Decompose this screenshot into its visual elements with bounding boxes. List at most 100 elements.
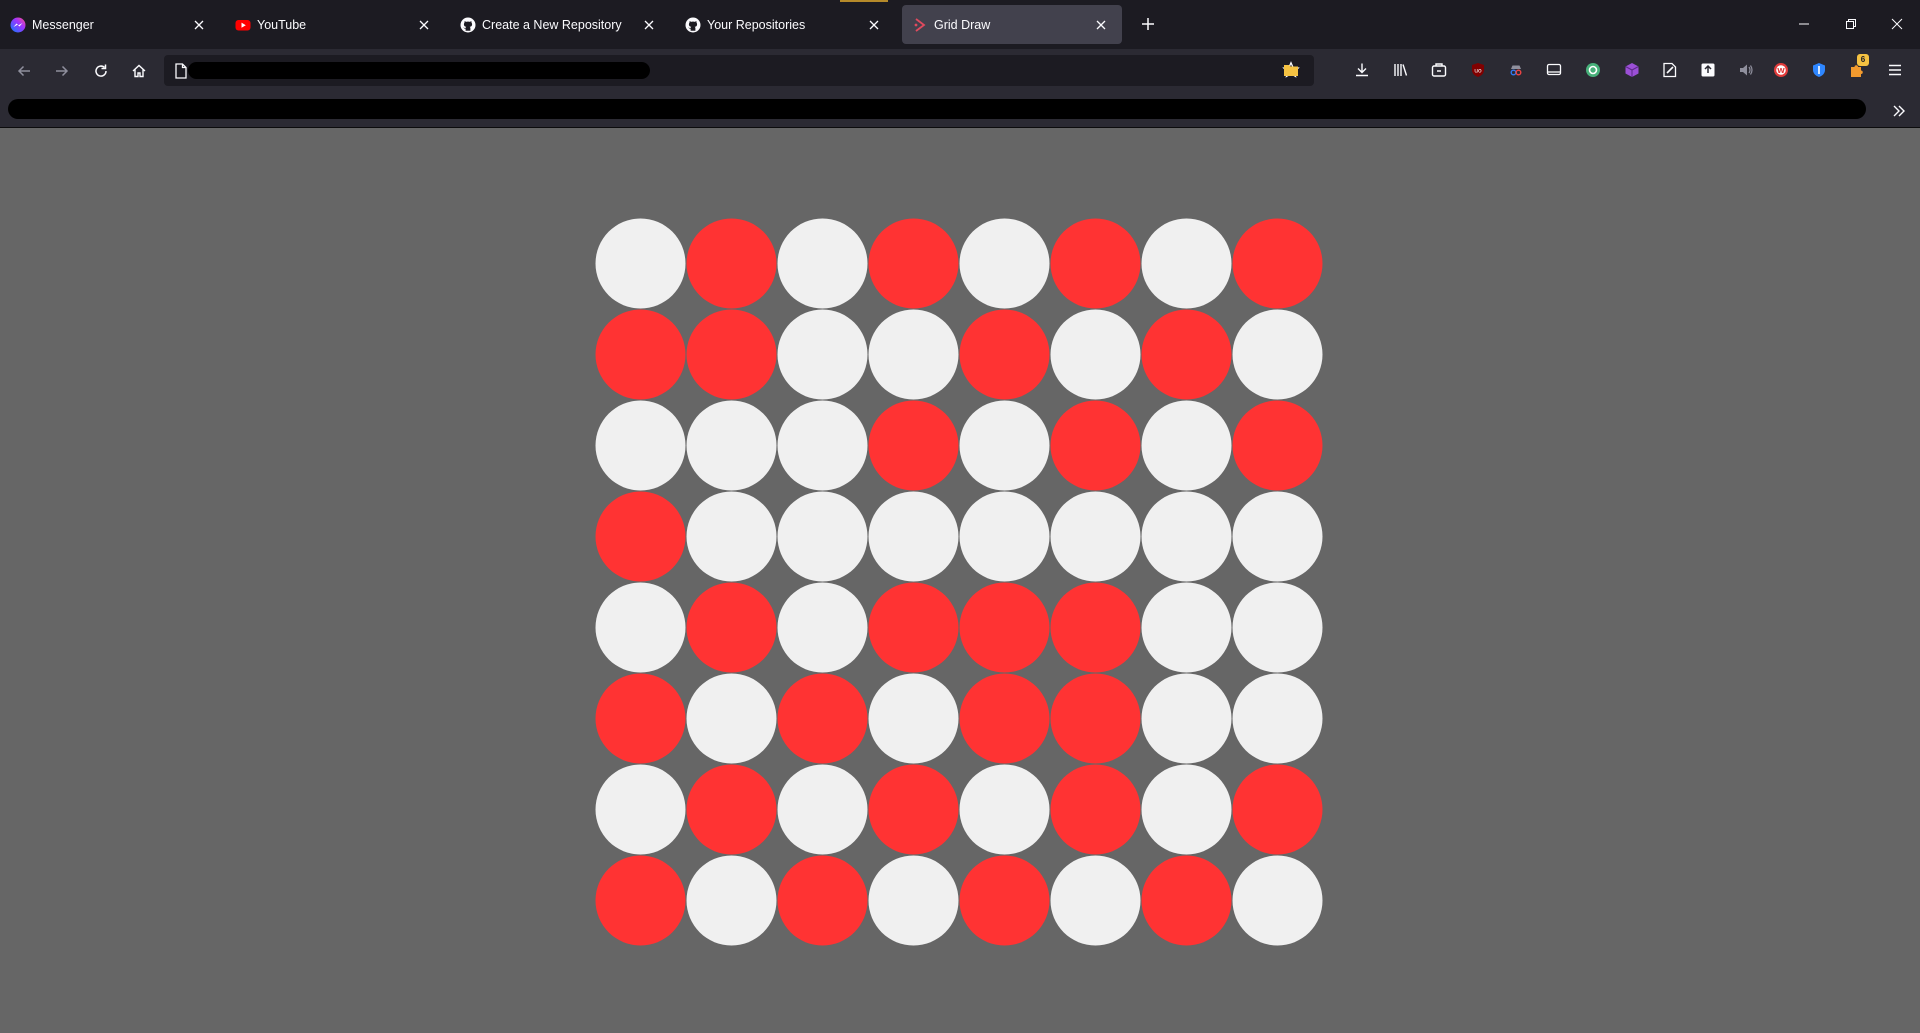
tab-manager-button[interactable] <box>1543 59 1565 81</box>
grid-cell[interactable] <box>1141 855 1232 946</box>
grid-cell[interactable] <box>686 582 777 673</box>
volume-button[interactable] <box>1735 59 1757 81</box>
grid-cell[interactable] <box>1050 309 1141 400</box>
grid-cell[interactable] <box>1050 491 1141 582</box>
close-tab-icon[interactable] <box>863 14 885 36</box>
ublock-button[interactable]: uo <box>1467 59 1489 81</box>
grid-cell[interactable] <box>595 491 686 582</box>
extension-green-button[interactable] <box>1582 59 1604 81</box>
library-button[interactable] <box>1390 59 1412 81</box>
grid-cell[interactable] <box>959 400 1050 491</box>
grid-cell[interactable] <box>1232 309 1323 400</box>
grid-cell[interactable] <box>868 400 959 491</box>
grid-cell[interactable] <box>1050 218 1141 309</box>
tab-your-repositories[interactable]: Your Repositories <box>675 5 895 44</box>
grid-cell[interactable] <box>959 855 1050 946</box>
close-tab-icon[interactable] <box>413 14 435 36</box>
grid-cell[interactable] <box>1232 673 1323 764</box>
grid-cell[interactable] <box>1141 582 1232 673</box>
grid-cell[interactable] <box>1141 673 1232 764</box>
grid-cell[interactable] <box>777 582 868 673</box>
extension-image-button[interactable] <box>1697 59 1719 81</box>
grid-cell[interactable] <box>686 491 777 582</box>
close-window-button[interactable] <box>1885 12 1909 36</box>
grid-cell[interactable] <box>1050 400 1141 491</box>
grid-cell[interactable] <box>686 855 777 946</box>
containers-button[interactable] <box>1428 59 1450 81</box>
grid-cell[interactable] <box>1232 855 1323 946</box>
close-tab-icon[interactable] <box>1090 14 1112 36</box>
grid-cell[interactable] <box>868 218 959 309</box>
grid-cell[interactable] <box>1232 491 1323 582</box>
new-tab-button[interactable] <box>1136 12 1160 36</box>
privacy-extension-button[interactable] <box>1505 59 1527 81</box>
grid-cell[interactable] <box>868 855 959 946</box>
grid-cell[interactable] <box>686 400 777 491</box>
forward-button[interactable] <box>49 58 75 84</box>
back-button[interactable] <box>11 58 37 84</box>
grid-cell[interactable] <box>686 764 777 855</box>
grid-cell[interactable] <box>959 582 1050 673</box>
address-bar[interactable] <box>164 55 1314 86</box>
minimize-button[interactable] <box>1792 12 1816 36</box>
grid-cell[interactable] <box>868 582 959 673</box>
grid-cell[interactable] <box>777 764 868 855</box>
bookmarks-overflow-button[interactable] <box>1888 100 1910 122</box>
downloads-button[interactable] <box>1351 59 1373 81</box>
grid-cell[interactable] <box>686 673 777 764</box>
grid-cell[interactable] <box>777 673 868 764</box>
restore-button[interactable] <box>1839 12 1863 36</box>
grid-cell[interactable] <box>595 309 686 400</box>
tab-create-repository[interactable]: Create a New Repository <box>450 5 670 44</box>
grid-cell[interactable] <box>595 582 686 673</box>
grid-cell[interactable] <box>959 309 1050 400</box>
grid-cell[interactable] <box>868 491 959 582</box>
tab-grid-draw[interactable]: Grid Draw <box>902 5 1122 44</box>
grid-cell[interactable] <box>1141 218 1232 309</box>
extension-w-button[interactable]: W <box>1770 59 1792 81</box>
extension-shield-button[interactable] <box>1808 59 1830 81</box>
grid-cell[interactable] <box>686 309 777 400</box>
tab-youtube[interactable]: YouTube <box>225 5 445 44</box>
grid-cell[interactable] <box>959 218 1050 309</box>
grid-cell[interactable] <box>595 218 686 309</box>
grid-cell[interactable] <box>959 764 1050 855</box>
grid-cell[interactable] <box>1141 309 1232 400</box>
grid-cell[interactable] <box>1050 673 1141 764</box>
close-tab-icon[interactable] <box>638 14 660 36</box>
grid-cell[interactable] <box>868 673 959 764</box>
grid-cell[interactable] <box>868 764 959 855</box>
grid-cell[interactable] <box>777 491 868 582</box>
grid-cell[interactable] <box>1050 582 1141 673</box>
tab-messenger[interactable]: Messenger <box>0 5 220 44</box>
grid-cell[interactable] <box>868 309 959 400</box>
grid-cell[interactable] <box>1141 764 1232 855</box>
grid-cell[interactable] <box>1232 218 1323 309</box>
grid-cell[interactable] <box>595 764 686 855</box>
app-menu-button[interactable] <box>1884 59 1906 81</box>
extensions-menu-button[interactable]: 6 <box>1846 54 1869 81</box>
grid-cell[interactable] <box>595 673 686 764</box>
extension-cube-button[interactable] <box>1621 59 1643 81</box>
grid-cell[interactable] <box>595 855 686 946</box>
grid-cell[interactable] <box>959 673 1050 764</box>
grid-cell[interactable] <box>1232 764 1323 855</box>
grid-cell[interactable] <box>1232 400 1323 491</box>
grid-cell[interactable] <box>777 218 868 309</box>
reload-button[interactable] <box>88 58 114 84</box>
grid-cell[interactable] <box>595 400 686 491</box>
grid-cell[interactable] <box>777 309 868 400</box>
grid-cell[interactable] <box>777 855 868 946</box>
home-button[interactable] <box>126 58 152 84</box>
grid-cell[interactable] <box>1141 491 1232 582</box>
grid-cell[interactable] <box>1050 855 1141 946</box>
grid-cell[interactable] <box>686 218 777 309</box>
grid-cell[interactable] <box>1050 764 1141 855</box>
grid-cell[interactable] <box>1141 400 1232 491</box>
folder-button[interactable] <box>1280 59 1302 81</box>
grid-cell[interactable] <box>959 491 1050 582</box>
grid-cell[interactable] <box>777 400 868 491</box>
circle-grid[interactable] <box>595 218 1323 946</box>
grid-cell[interactable] <box>1232 582 1323 673</box>
extension-edit-button[interactable] <box>1659 59 1681 81</box>
